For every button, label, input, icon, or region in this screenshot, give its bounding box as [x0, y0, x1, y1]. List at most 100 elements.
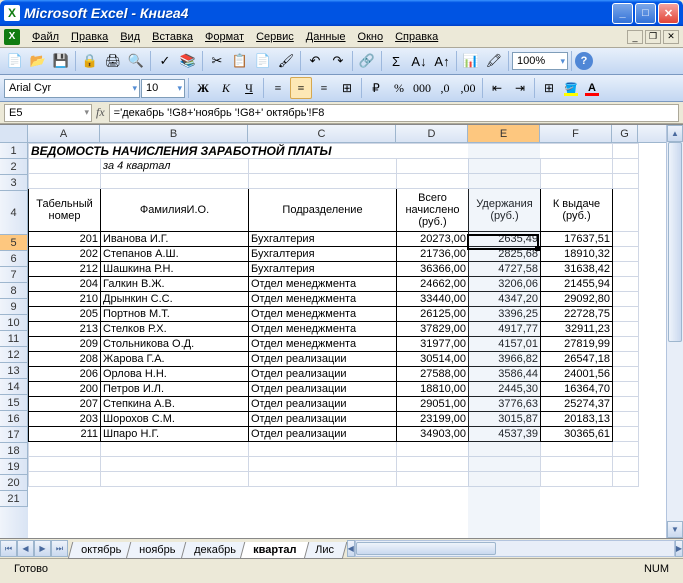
cut-button[interactable]: ✂: [206, 50, 228, 72]
column-header-G[interactable]: G: [612, 125, 638, 142]
cell[interactable]: [249, 457, 397, 472]
cell[interactable]: 209: [29, 337, 101, 352]
cell[interactable]: [541, 472, 613, 487]
underline-button[interactable]: Ч: [238, 77, 260, 99]
cell[interactable]: 3966,82: [469, 352, 541, 367]
cell[interactable]: [397, 472, 469, 487]
cell[interactable]: 3206,06: [469, 277, 541, 292]
cell[interactable]: 32911,23: [541, 322, 613, 337]
cell[interactable]: [29, 442, 101, 457]
cell[interactable]: [469, 442, 541, 457]
row-header-13[interactable]: 13: [0, 363, 28, 379]
cell[interactable]: Петров И.Л.: [101, 382, 249, 397]
row-header-10[interactable]: 10: [0, 315, 28, 331]
cell[interactable]: [469, 174, 541, 189]
cell[interactable]: [613, 292, 639, 307]
cell[interactable]: [249, 159, 397, 174]
menu-tools[interactable]: Сервис: [250, 29, 300, 45]
menu-format[interactable]: Формат: [199, 29, 250, 45]
cell[interactable]: 20183,13: [541, 412, 613, 427]
column-header-C[interactable]: C: [248, 125, 396, 142]
cell[interactable]: [249, 472, 397, 487]
horizontal-scrollbar[interactable]: ◀ ▶: [347, 540, 683, 557]
row-header-3[interactable]: 3: [0, 175, 28, 191]
tab-first-button[interactable]: ⏮: [0, 540, 17, 557]
cell[interactable]: Удержания (руб.): [469, 189, 541, 232]
currency-button[interactable]: ₽: [365, 77, 387, 99]
cell[interactable]: [613, 247, 639, 262]
paste-button[interactable]: 📄: [252, 50, 274, 72]
column-header-F[interactable]: F: [540, 125, 612, 142]
mdi-close-button[interactable]: ✕: [663, 30, 679, 44]
cell[interactable]: 34903,00: [397, 427, 469, 442]
row-header-17[interactable]: 17: [0, 427, 28, 443]
cell[interactable]: [397, 457, 469, 472]
cell[interactable]: [613, 189, 639, 232]
cell[interactable]: Подразделение: [249, 189, 397, 232]
cell[interactable]: [613, 442, 639, 457]
redo-button[interactable]: ↷: [327, 50, 349, 72]
row-header-20[interactable]: 20: [0, 475, 28, 491]
decrease-decimal-button[interactable]: ,00: [457, 77, 479, 99]
cell[interactable]: 208: [29, 352, 101, 367]
zoom-combo[interactable]: 100%: [512, 52, 568, 70]
cells-area[interactable]: ВЕДОМОСТЬ НАЧИСЛЕНИЯ ЗАРАБОТНОЙ ПЛАТЫза …: [28, 143, 666, 538]
column-header-A[interactable]: A: [28, 125, 100, 142]
minimize-button[interactable]: _: [612, 3, 633, 24]
cell[interactable]: [613, 144, 639, 159]
cell[interactable]: 2445,30: [469, 382, 541, 397]
cell[interactable]: 212: [29, 262, 101, 277]
font-color-button[interactable]: A: [582, 78, 602, 98]
row-header-15[interactable]: 15: [0, 395, 28, 411]
row-header-1[interactable]: 1: [0, 143, 28, 159]
sheet-tab-квартал[interactable]: квартал: [240, 542, 310, 559]
menu-edit[interactable]: Правка: [65, 29, 114, 45]
row-header-2[interactable]: 2: [0, 159, 28, 175]
cell[interactable]: 3015,87: [469, 412, 541, 427]
cell[interactable]: Портнов М.Т.: [101, 307, 249, 322]
scroll-right-button[interactable]: ▶: [675, 540, 683, 557]
cell[interactable]: [541, 174, 613, 189]
cell[interactable]: Бухгалтерия: [249, 247, 397, 262]
row-header-5[interactable]: 5: [0, 235, 28, 251]
maximize-button[interactable]: □: [635, 3, 656, 24]
cell[interactable]: Отдел реализации: [249, 367, 397, 382]
cell[interactable]: [541, 442, 613, 457]
cell[interactable]: [613, 367, 639, 382]
cell[interactable]: ФамилияИ.О.: [101, 189, 249, 232]
cell[interactable]: [613, 159, 639, 174]
cell[interactable]: 4917,77: [469, 322, 541, 337]
cell[interactable]: 37829,00: [397, 322, 469, 337]
tab-last-button[interactable]: ⏭: [51, 540, 68, 557]
cell[interactable]: 4157,01: [469, 337, 541, 352]
cell[interactable]: 36366,00: [397, 262, 469, 277]
align-left-button[interactable]: ≡: [267, 77, 289, 99]
increase-indent-button[interactable]: ⇥: [509, 77, 531, 99]
cell[interactable]: Дрынкин С.С.: [101, 292, 249, 307]
cell[interactable]: 2825,68: [469, 247, 541, 262]
borders-button[interactable]: ⊞: [538, 77, 560, 99]
cell[interactable]: Отдел реализации: [249, 427, 397, 442]
cell[interactable]: [29, 174, 101, 189]
italic-button[interactable]: К: [215, 77, 237, 99]
row-header-4[interactable]: 4: [0, 191, 28, 235]
cell[interactable]: [249, 174, 397, 189]
spelling-button[interactable]: ✓: [154, 50, 176, 72]
cell[interactable]: [397, 442, 469, 457]
sheet-tab-октябрь[interactable]: октябрь: [68, 542, 135, 559]
cell[interactable]: Шорохов С.М.: [101, 412, 249, 427]
open-button[interactable]: 📂: [27, 50, 49, 72]
cell[interactable]: 30514,00: [397, 352, 469, 367]
cell[interactable]: Галкин В.Ж.: [101, 277, 249, 292]
cell[interactable]: 201: [29, 232, 101, 247]
cell[interactable]: [29, 457, 101, 472]
cell[interactable]: 21455,94: [541, 277, 613, 292]
fill-color-button[interactable]: 🪣: [561, 78, 581, 98]
cell[interactable]: [29, 472, 101, 487]
sort-desc-button[interactable]: A↑: [431, 50, 453, 72]
hyperlink-button[interactable]: 🔗: [356, 50, 378, 72]
cell[interactable]: Бухгалтерия: [249, 232, 397, 247]
cell[interactable]: Отдел менеджмента: [249, 307, 397, 322]
cell[interactable]: 200: [29, 382, 101, 397]
research-button[interactable]: 📚: [177, 50, 199, 72]
